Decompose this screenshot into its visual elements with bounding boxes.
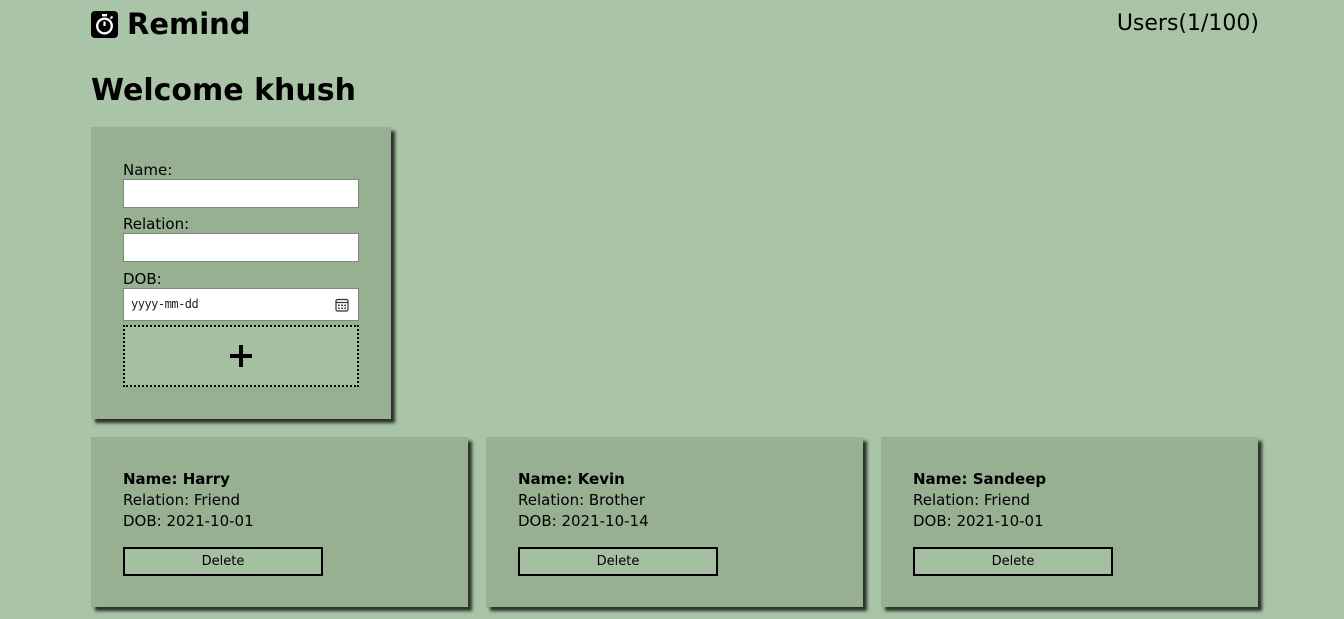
app-header: Remind Users(1/100) bbox=[91, 7, 1259, 41]
relation-input[interactable] bbox=[123, 233, 359, 262]
plus-icon bbox=[230, 345, 252, 367]
reminder-card: Name: Sandeep Relation: Friend DOB: 2021… bbox=[881, 437, 1258, 607]
reminder-card: Name: Harry Relation: Friend DOB: 2021-1… bbox=[91, 437, 468, 607]
stopwatch-icon bbox=[91, 10, 118, 38]
dob-placeholder: yyyy-mm-dd bbox=[131, 297, 199, 311]
entry-relation: Relation: Friend bbox=[123, 491, 241, 509]
reminder-card: Name: Kevin Relation: Brother DOB: 2021-… bbox=[486, 437, 863, 607]
add-reminder-form: Name: Relation: DOB: yyyy-mm-dd bbox=[91, 127, 391, 419]
entry-dob: DOB: 2021-10-14 bbox=[518, 512, 649, 530]
delete-button[interactable]: Delete bbox=[518, 547, 718, 576]
app-title: Remind bbox=[127, 7, 251, 41]
dob-label: DOB: bbox=[123, 270, 162, 288]
welcome-heading: Welcome khush bbox=[91, 73, 356, 108]
entry-dob: DOB: 2021-10-01 bbox=[913, 512, 1044, 530]
calendar-icon[interactable] bbox=[335, 298, 349, 312]
relation-label: Relation: bbox=[123, 215, 190, 233]
entry-name: Name: Kevin bbox=[518, 470, 625, 488]
entry-relation: Relation: Brother bbox=[518, 491, 645, 509]
name-label: Name: bbox=[123, 161, 173, 179]
add-button[interactable] bbox=[123, 325, 359, 387]
entry-dob: DOB: 2021-10-01 bbox=[123, 512, 254, 530]
name-input[interactable] bbox=[123, 179, 359, 208]
users-count: Users(1/100) bbox=[1116, 11, 1259, 36]
brand: Remind bbox=[91, 7, 251, 41]
dob-input[interactable]: yyyy-mm-dd bbox=[123, 288, 359, 321]
delete-button[interactable]: Delete bbox=[123, 547, 323, 576]
entry-name: Name: Harry bbox=[123, 470, 230, 488]
entry-name: Name: Sandeep bbox=[913, 470, 1047, 488]
delete-button[interactable]: Delete bbox=[913, 547, 1113, 576]
entry-relation: Relation: Friend bbox=[913, 491, 1031, 509]
